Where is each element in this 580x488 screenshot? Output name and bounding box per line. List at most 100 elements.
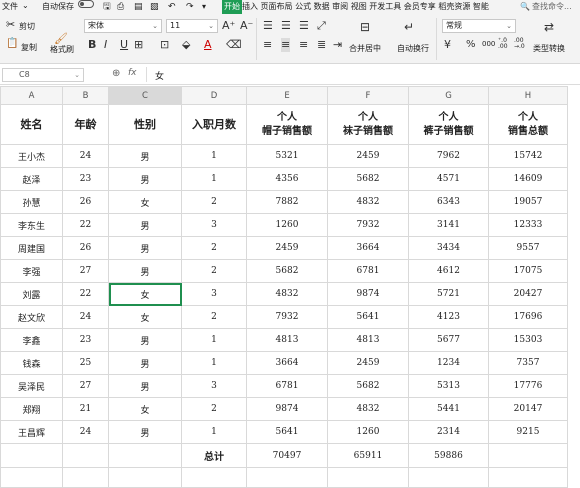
table-cell[interactable]: 17776 — [488, 374, 568, 398]
decrease-decimal-icon[interactable]: .00 →.0 — [514, 38, 525, 50]
table-cell[interactable]: 女 — [108, 190, 182, 214]
table-cell[interactable]: 女 — [108, 305, 182, 329]
table-cell[interactable] — [408, 467, 489, 488]
table-cell[interactable]: 2 — [181, 259, 247, 283]
table-cell[interactable] — [488, 467, 568, 488]
increase-decimal-icon[interactable]: ⁺.0.00 — [498, 38, 508, 50]
table-cell[interactable]: 5641 — [246, 420, 328, 444]
save-icon[interactable]: 🖫 — [103, 0, 111, 14]
table-cell[interactable]: 3 — [181, 374, 247, 398]
column-header-g[interactable]: G — [408, 86, 489, 105]
table-cell[interactable]: 王小杰 — [0, 144, 63, 168]
table-cell[interactable]: 周建国 — [0, 236, 63, 260]
table-cell[interactable]: 6781 — [246, 374, 328, 398]
file-menu[interactable]: 文件 — [2, 0, 18, 14]
header-cell[interactable]: 个人 裤子销售额 — [408, 104, 489, 145]
type-convert-icon[interactable]: ⇄ — [544, 20, 554, 34]
zoom-icon[interactable]: ⊕ — [112, 68, 120, 79]
table-cell[interactable]: 7932 — [327, 213, 409, 237]
table-cell[interactable]: 2 — [181, 236, 247, 260]
column-header-d[interactable]: D — [181, 86, 247, 105]
table-cell[interactable]: 4356 — [246, 167, 328, 191]
export-icon[interactable]: ▧ — [150, 0, 159, 14]
chevron-down-icon[interactable]: ⌄ — [22, 0, 29, 13]
increase-font-icon[interactable]: A⁺ — [222, 19, 235, 33]
table-cell[interactable]: 4832 — [327, 397, 409, 421]
table-cell[interactable]: 23 — [62, 328, 109, 352]
table-cell[interactable]: 李鑫 — [0, 328, 63, 352]
column-header-b[interactable]: B — [62, 86, 109, 105]
table-cell[interactable]: 24 — [62, 420, 109, 444]
italic-button[interactable]: I — [104, 38, 107, 52]
table-cell[interactable]: 王昌辉 — [0, 420, 63, 444]
table-cell[interactable]: 4612 — [408, 259, 489, 283]
table-cell[interactable]: 钱森 — [0, 351, 63, 375]
column-header-e[interactable]: E — [246, 86, 328, 105]
table-cell[interactable]: 刘露 — [0, 282, 63, 306]
table-cell[interactable]: 19057 — [488, 190, 568, 214]
table-cell[interactable]: 3664 — [327, 236, 409, 260]
header-cell[interactable]: 性别 — [108, 104, 182, 145]
table-cell[interactable]: 4813 — [327, 328, 409, 352]
formula-input[interactable]: 女 — [155, 69, 164, 82]
table-cell[interactable]: 7962 — [408, 144, 489, 168]
table-cell[interactable]: 2314 — [408, 420, 489, 444]
total-cell[interactable]: 65911 — [327, 443, 409, 468]
currency-button[interactable]: ¥ — [444, 38, 451, 52]
type-convert-button[interactable]: 类型转换 — [533, 43, 565, 54]
table-cell[interactable]: 5321 — [246, 144, 328, 168]
font-size-select[interactable]: 11 ⌄ — [166, 19, 218, 33]
table-cell[interactable]: 赵泽 — [0, 167, 63, 191]
table-cell[interactable]: 4832 — [246, 282, 328, 306]
table-cell[interactable]: 1 — [181, 144, 247, 168]
table-cell[interactable]: 2459 — [327, 144, 409, 168]
header-cell[interactable]: 个人 销售总额 — [488, 104, 568, 145]
table-cell[interactable]: 15742 — [488, 144, 568, 168]
table-cell[interactable] — [327, 467, 409, 488]
align-middle-icon[interactable]: ☰ — [281, 19, 291, 33]
scissors-icon[interactable]: ✂ — [6, 18, 15, 31]
table-cell[interactable]: 25 — [62, 351, 109, 375]
table-cell[interactable]: 20427 — [488, 282, 568, 306]
table-cell[interactable]: 5641 — [327, 305, 409, 329]
format-painter-button[interactable]: 格式刷 — [50, 44, 74, 55]
merge-center-icon[interactable]: ⊟ — [360, 20, 370, 34]
total-cell[interactable]: 59886 — [408, 443, 489, 468]
redo-icon[interactable]: ↷ — [186, 0, 194, 14]
merge-center-button[interactable]: 合并居中 — [349, 43, 381, 54]
underline-button[interactable]: U — [120, 38, 128, 52]
table-cell[interactable]: 3434 — [408, 236, 489, 260]
percent-button[interactable]: % — [466, 38, 476, 52]
table-cell[interactable]: 27 — [62, 374, 109, 398]
paste-icon[interactable]: 📋 — [6, 38, 18, 49]
cut-button[interactable]: 剪切 — [19, 21, 35, 32]
fx-button[interactable]: fx — [128, 68, 137, 78]
border-icon[interactable]: ⊞ — [134, 38, 143, 52]
table-cell[interactable]: 1 — [181, 328, 247, 352]
table-cell[interactable]: 男 — [108, 144, 182, 168]
table-cell[interactable]: 1 — [181, 351, 247, 375]
table-cell[interactable]: 5682 — [246, 259, 328, 283]
fill-color-icon[interactable]: ⬙ — [182, 38, 190, 52]
table-cell[interactable]: 3 — [181, 282, 247, 306]
decrease-font-icon[interactable]: A⁻ — [240, 19, 253, 33]
table-cell[interactable]: 6343 — [408, 190, 489, 214]
table-cell[interactable]: 17696 — [488, 305, 568, 329]
table-cell[interactable]: 2459 — [246, 236, 328, 260]
table-cell[interactable]: 24 — [62, 144, 109, 168]
table-cell[interactable] — [108, 467, 182, 488]
table-cell[interactable]: 4832 — [327, 190, 409, 214]
header-cell[interactable]: 入职月数 — [181, 104, 247, 145]
table-cell[interactable]: 9215 — [488, 420, 568, 444]
table-cell[interactable]: 赵文欣 — [0, 305, 63, 329]
table-cell[interactable] — [181, 467, 247, 488]
total-cell[interactable] — [62, 443, 109, 468]
table-cell[interactable]: 5441 — [408, 397, 489, 421]
table-cell[interactable]: 郑翔 — [0, 397, 63, 421]
column-header-c[interactable]: C — [108, 86, 182, 105]
orientation-icon[interactable]: ⤢ — [317, 19, 326, 33]
table-cell[interactable]: 男 — [108, 328, 182, 352]
table-cell[interactable]: 7882 — [246, 190, 328, 214]
table-cell[interactable]: 1260 — [246, 213, 328, 237]
table-cell[interactable]: 2 — [181, 190, 247, 214]
